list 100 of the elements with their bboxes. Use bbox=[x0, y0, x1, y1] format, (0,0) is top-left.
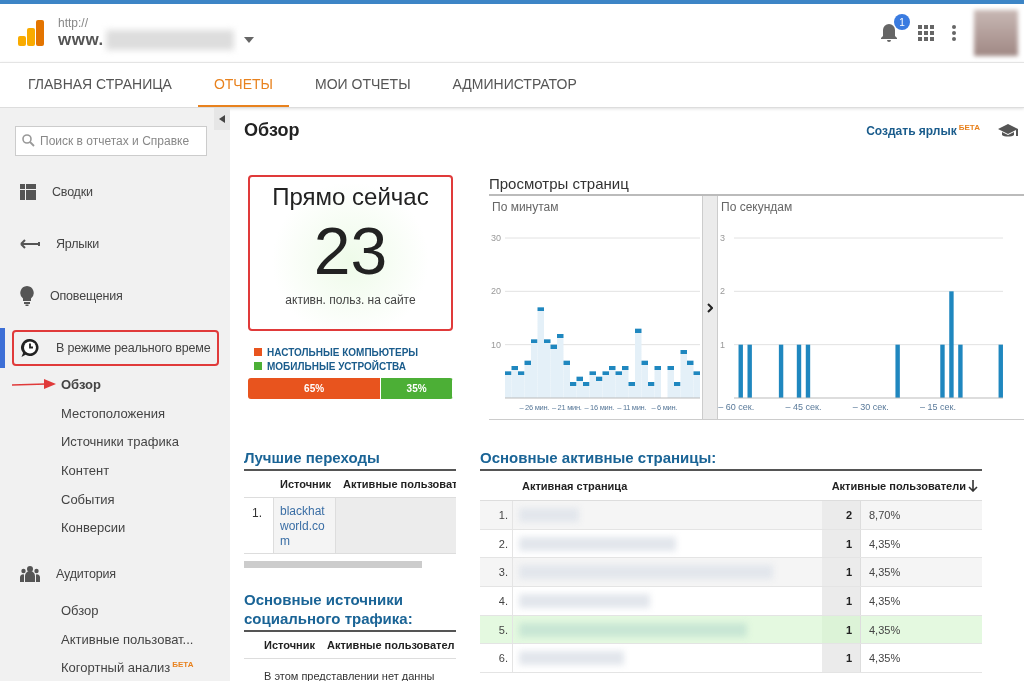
graduation-cap-icon[interactable] bbox=[998, 123, 1018, 138]
caret-icon[interactable] bbox=[219, 115, 225, 123]
table-cell-text: 4. bbox=[497, 594, 509, 607]
sort-arrow-icon[interactable] bbox=[968, 479, 978, 492]
nav-tab[interactable]: АДМИНИСТРАТОР bbox=[436, 63, 593, 107]
sidebar-subitem[interactable]: Когортный анализ$^{БЕТА}$ bbox=[61, 660, 194, 676]
column-header[interactable]: Активные пользовател bbox=[321, 639, 456, 651]
table-cell: 4,35% bbox=[860, 558, 982, 587]
table-cell: 1 bbox=[822, 644, 860, 673]
nav-tab[interactable]: ГЛАВНАЯ СТРАНИЦА bbox=[12, 63, 188, 107]
search-field[interactable]: Поиск в отчетах и Справке bbox=[15, 126, 207, 156]
create-shortcut-link[interactable]: Создать ярлык $^{БЕТА}$ bbox=[866, 123, 980, 138]
sidebar-subitem[interactable]: Местоположения bbox=[61, 405, 165, 421]
logo-icon bbox=[18, 20, 44, 46]
axis-label: – 45 сек. bbox=[785, 402, 822, 412]
column-header[interactable]: Источник bbox=[258, 639, 321, 651]
url-protocol: http:// bbox=[58, 16, 90, 30]
bulb-icon bbox=[20, 286, 34, 306]
table-cell-text: 6. bbox=[497, 652, 509, 665]
table-cell-text: 1. bbox=[497, 508, 509, 521]
sidebar-subitem[interactable]: Конверсии bbox=[61, 520, 126, 536]
axis-label: 20 bbox=[491, 286, 501, 297]
grid-icon bbox=[20, 184, 36, 200]
sidebar-item[interactable]: Ярлыки bbox=[56, 237, 100, 251]
sidebar-subitem[interactable]: События bbox=[61, 491, 115, 507]
table-cell-text: 3. bbox=[497, 566, 509, 579]
table-cell: 4,35% bbox=[860, 644, 982, 673]
table-cell: 1 bbox=[822, 615, 860, 644]
sidebar-subitem[interactable]: Обзор bbox=[61, 602, 99, 618]
legend-label: МОБИЛЬНЫЕ УСТРОЙСТВА bbox=[267, 360, 406, 372]
bar bbox=[738, 344, 743, 398]
nav-tab[interactable]: МОИ ОТЧЕТЫ bbox=[299, 63, 427, 107]
table-cell: 1 bbox=[822, 587, 860, 615]
column-header[interactable]: Активные пользователи bbox=[829, 479, 968, 492]
chart-title: По минутам bbox=[491, 199, 560, 216]
bar bbox=[958, 344, 963, 398]
axis-label: 3 bbox=[720, 233, 725, 243]
card-caption: активн. польз. на сайте bbox=[285, 293, 416, 307]
table-row[interactable]: 6. 1 4,35% bbox=[480, 644, 982, 674]
bar bbox=[747, 344, 752, 398]
axis-label: 10 bbox=[491, 339, 501, 350]
table-cell: 4,35% bbox=[860, 529, 982, 558]
table-row[interactable]: 5. 1 4,35% bbox=[480, 615, 982, 645]
sidebar-item[interactable]: В режиме реального време bbox=[56, 341, 211, 355]
device-share-bar: 65% bbox=[248, 378, 382, 399]
apps-icon[interactable] bbox=[918, 25, 934, 41]
table-cell: 8,70% bbox=[860, 501, 982, 529]
section-title: Просмотры страниц bbox=[489, 175, 1024, 196]
chart-title: По секундам bbox=[720, 199, 794, 216]
section-title: Основные источники социального трафика: bbox=[244, 590, 414, 628]
notification-count: 1 bbox=[894, 14, 910, 30]
table-cell: 1 bbox=[822, 558, 860, 587]
bar bbox=[796, 344, 802, 398]
scrollbar[interactable] bbox=[244, 561, 422, 568]
chevron-icon[interactable] bbox=[707, 302, 713, 313]
table-cell: 4,35% bbox=[860, 615, 982, 644]
caret-icon[interactable] bbox=[243, 37, 254, 43]
axis-label: 1 bbox=[720, 339, 725, 350]
bar bbox=[998, 344, 1003, 398]
table-cell-text: 2. bbox=[497, 537, 509, 550]
axis-label: – 60 сек. bbox=[718, 402, 755, 412]
clock-icon bbox=[20, 338, 40, 358]
sidebar-item[interactable]: Сводки bbox=[52, 185, 93, 199]
sidebar-subitem[interactable]: Обзор bbox=[61, 376, 101, 392]
section-title: Лучшие переходы bbox=[244, 448, 381, 467]
collapse-button[interactable] bbox=[214, 108, 230, 130]
bar bbox=[895, 344, 900, 398]
axis-label: – 15 сек. bbox=[920, 402, 956, 412]
table-row[interactable]: 4. 1 4,35% bbox=[480, 587, 982, 616]
axis-label: 30 bbox=[491, 233, 501, 243]
card-title: Прямо сейчас bbox=[272, 183, 429, 211]
more-icon[interactable] bbox=[952, 25, 956, 41]
column-header[interactable]: Источник bbox=[274, 478, 337, 490]
column-header[interactable]: Активная страница bbox=[516, 479, 830, 492]
table-row[interactable]: 2. 1 4,35% bbox=[480, 529, 982, 559]
sidebar-subitem[interactable]: Контент bbox=[61, 462, 110, 478]
axis-label: – 30 сек. bbox=[852, 402, 889, 412]
device-share-bar: 35% bbox=[381, 378, 453, 399]
section-title: Основные активные страницы: bbox=[480, 448, 718, 467]
table-cell: 2 bbox=[822, 501, 860, 529]
page-title: Обзор bbox=[244, 120, 300, 141]
sidebar-item[interactable]: Оповещения bbox=[50, 289, 123, 303]
source-link[interactable]: blackhatworld.com bbox=[274, 498, 336, 553]
sidebar-subitem[interactable]: Источники трафика bbox=[61, 434, 179, 450]
table-row[interactable]: 3. 1 4,35% bbox=[480, 558, 982, 588]
people-icon bbox=[20, 566, 40, 583]
active-users-count: 23 bbox=[313, 213, 388, 290]
sidebar-item[interactable]: Аудитория bbox=[56, 567, 116, 582]
axis-label: 2 bbox=[720, 286, 725, 297]
table-cell: 1 bbox=[822, 529, 860, 558]
bar bbox=[805, 344, 811, 398]
site-url[interactable]: www. bbox=[58, 30, 104, 50]
table-row[interactable]: 1. 2 8,70% bbox=[480, 501, 982, 530]
legend-label: НАСТОЛЬНЫЕ КОМПЬЮТЕРЫ bbox=[267, 346, 419, 358]
bell-icon[interactable] bbox=[878, 22, 900, 44]
arrow-icon bbox=[20, 239, 40, 249]
table-cell: 4,35% bbox=[860, 587, 982, 615]
table-cell-text: 5. bbox=[497, 623, 509, 636]
bar bbox=[940, 344, 945, 398]
sidebar-subitem[interactable]: Активные пользоват... bbox=[61, 631, 194, 647]
